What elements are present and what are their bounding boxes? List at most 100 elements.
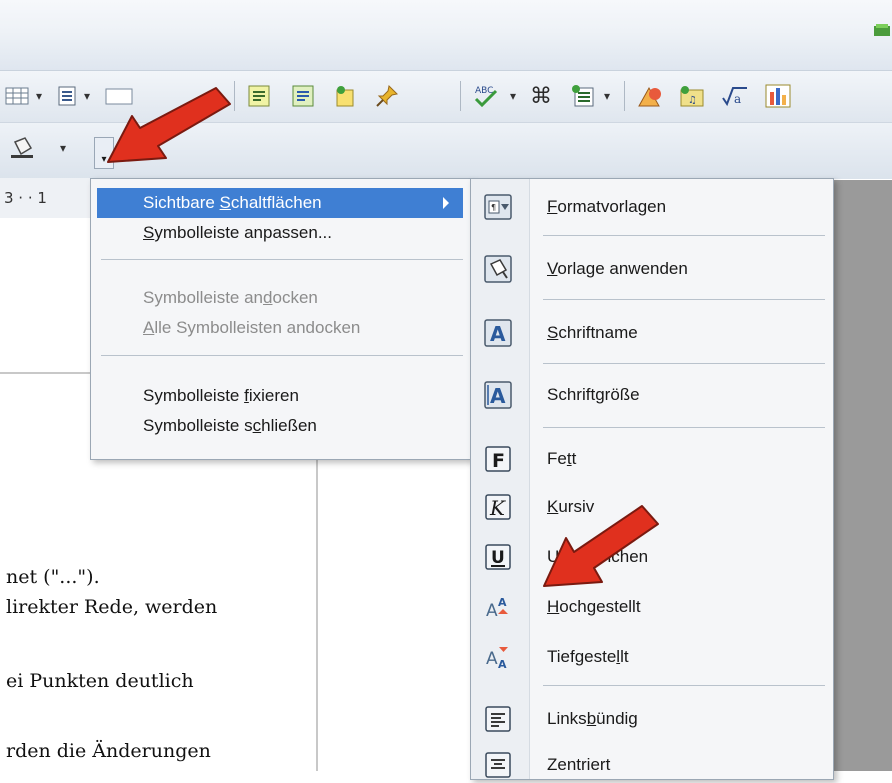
submenu-item-tiefgestellt[interactable]: AA Tiefgestellt bbox=[473, 639, 829, 675]
menu-item-close-toolbar[interactable]: Symbolleiste schließen bbox=[97, 411, 463, 441]
font-name-icon: A bbox=[483, 318, 513, 348]
apply-style-dropdown-icon[interactable]: ▾ bbox=[60, 141, 66, 155]
list-icon bbox=[58, 86, 76, 106]
menu-separator bbox=[543, 427, 825, 428]
styles-icon: ¶ bbox=[483, 192, 513, 222]
note-icon bbox=[248, 85, 270, 107]
align-center-icon bbox=[483, 750, 513, 780]
menu-separator bbox=[543, 363, 825, 364]
submenu-item-formatvorlagen[interactable]: ¶ Formatvorlagen bbox=[473, 189, 829, 225]
apply-style-button[interactable] bbox=[8, 135, 38, 161]
visible-buttons-submenu: ¶ Formatvorlagen Vorlage anwenden A Schr… bbox=[470, 178, 834, 780]
submenu-item-zentriert[interactable]: Zentriert bbox=[473, 747, 829, 783]
list-dropdown-icon[interactable]: ▾ bbox=[84, 89, 90, 103]
pushpin-icon bbox=[376, 84, 399, 107]
submenu-item-label: Schriftgröße bbox=[547, 385, 640, 404]
styles-list-icon bbox=[572, 85, 594, 107]
svg-text:K: K bbox=[489, 496, 506, 520]
insert-note-button[interactable] bbox=[246, 83, 272, 109]
list-button[interactable] bbox=[56, 85, 78, 107]
svg-text:F: F bbox=[492, 450, 505, 472]
subscript-icon: AA bbox=[483, 642, 513, 672]
command-icon: ⌘ bbox=[530, 83, 552, 109]
menu-item-label: Symbolleiste schließen bbox=[143, 416, 317, 435]
svg-text:A: A bbox=[486, 601, 498, 621]
menu-separator bbox=[101, 259, 463, 260]
underline-icon: U bbox=[483, 542, 513, 572]
app-icon bbox=[874, 24, 890, 36]
paint-bucket-icon bbox=[11, 137, 33, 158]
svg-text:♫: ♫ bbox=[688, 95, 697, 106]
toolbar-separator bbox=[624, 81, 625, 111]
menu-item-label: Symbolleiste andocken bbox=[143, 288, 318, 307]
svg-text:A: A bbox=[490, 384, 506, 408]
pin-button[interactable] bbox=[374, 83, 400, 109]
submenu-item-label: Linksbündig bbox=[547, 709, 638, 728]
italic-icon: K bbox=[483, 492, 513, 522]
insert-movie-button[interactable]: ♫ bbox=[678, 83, 706, 109]
red-arrow-annotation-icon bbox=[107, 87, 231, 163]
styles-list-dropdown-icon[interactable]: ▾ bbox=[604, 89, 610, 103]
media-icon: ♫ bbox=[680, 86, 704, 107]
submenu-item-schriftgroesse[interactable]: A Schriftgröße bbox=[473, 377, 829, 413]
red-arrow-annotation-icon bbox=[543, 505, 659, 587]
superscript-icon: AA bbox=[483, 592, 513, 622]
table-icon bbox=[5, 87, 29, 105]
submenu-item-label: Tiefgestellt bbox=[547, 647, 629, 666]
submenu-item-schriftname[interactable]: A Schriftname bbox=[473, 315, 829, 351]
submenu-item-label: Schriftname bbox=[547, 323, 638, 342]
menu-item-label: Symbolleiste fixieren bbox=[143, 386, 299, 405]
insert-comment-button[interactable] bbox=[290, 83, 316, 109]
svg-text:A: A bbox=[498, 596, 507, 609]
menu-item-customize-toolbar[interactable]: Symbolleiste anpassen... bbox=[97, 218, 463, 248]
table-button[interactable] bbox=[4, 85, 30, 107]
svg-text:A: A bbox=[490, 322, 506, 346]
styles-list-button[interactable] bbox=[570, 83, 596, 109]
ruler-text: 3 · · 1 bbox=[4, 189, 47, 207]
menu-separator bbox=[543, 299, 825, 300]
spellcheck-icon: ABC bbox=[474, 86, 498, 108]
font-size-icon: A bbox=[483, 380, 513, 410]
align-left-icon bbox=[483, 704, 513, 734]
submenu-arrow-icon bbox=[443, 197, 449, 209]
bold-icon: F bbox=[483, 444, 513, 474]
svg-text:A: A bbox=[498, 658, 507, 671]
menu-item-label: Alle Symbolleisten andocken bbox=[143, 318, 361, 337]
insert-formula-button[interactable]: a bbox=[720, 83, 750, 109]
submenu-item-fett[interactable]: F Fett bbox=[473, 441, 829, 477]
menu-item-label: Sichtbare Schaltflächen bbox=[143, 193, 322, 212]
document-line: ei Punkten deutlich bbox=[6, 670, 194, 692]
menu-item-dock-all-toolbars: Alle Symbolleisten andocken bbox=[97, 313, 463, 343]
autotext-button[interactable]: ⌘ bbox=[528, 83, 554, 109]
table-dropdown-icon[interactable]: ▾ bbox=[36, 89, 42, 103]
insert-field-button[interactable] bbox=[332, 83, 358, 109]
submenu-item-label: Hochgestellt bbox=[547, 597, 641, 616]
toolbar-separator bbox=[460, 81, 461, 111]
submenu-item-vorlage-anwenden[interactable]: Vorlage anwenden bbox=[473, 251, 829, 287]
chart-icon bbox=[765, 84, 791, 108]
field-icon bbox=[336, 86, 354, 107]
document-line: lirekter Rede, werden bbox=[6, 596, 218, 618]
comment-icon bbox=[292, 85, 314, 107]
apply-style-icon bbox=[483, 254, 513, 284]
menu-separator bbox=[543, 685, 825, 686]
insert-chart-button[interactable] bbox=[764, 83, 792, 109]
svg-text:A: A bbox=[486, 649, 498, 669]
toolbar-context-menu: Sichtbare Schaltflächen Symbolleiste anp… bbox=[90, 178, 472, 460]
draw-shapes-icon bbox=[638, 86, 661, 107]
submenu-item-label: Fett bbox=[547, 449, 577, 468]
spellcheck-button[interactable]: ABC bbox=[472, 83, 500, 109]
menu-item-label: Symbolleiste anpassen... bbox=[143, 223, 332, 242]
menu-item-visible-buttons[interactable]: Sichtbare Schaltflächen bbox=[97, 188, 463, 218]
submenu-item-label: Formatvorlagen bbox=[547, 197, 667, 216]
menu-separator bbox=[101, 355, 463, 356]
menu-separator bbox=[543, 235, 825, 236]
submenu-item-linksbuendig[interactable]: Linksbündig bbox=[473, 701, 829, 737]
menu-item-lock-toolbar[interactable]: Symbolleiste fixieren bbox=[97, 381, 463, 411]
svg-text:a: a bbox=[734, 92, 741, 106]
menu-item-dock-toolbar: Symbolleiste andocken bbox=[97, 283, 463, 313]
document-background bbox=[830, 180, 892, 771]
submenu-item-label: Zentriert bbox=[547, 755, 611, 774]
draw-functions-button[interactable] bbox=[636, 83, 664, 109]
spellcheck-dropdown-icon[interactable]: ▾ bbox=[510, 89, 516, 103]
